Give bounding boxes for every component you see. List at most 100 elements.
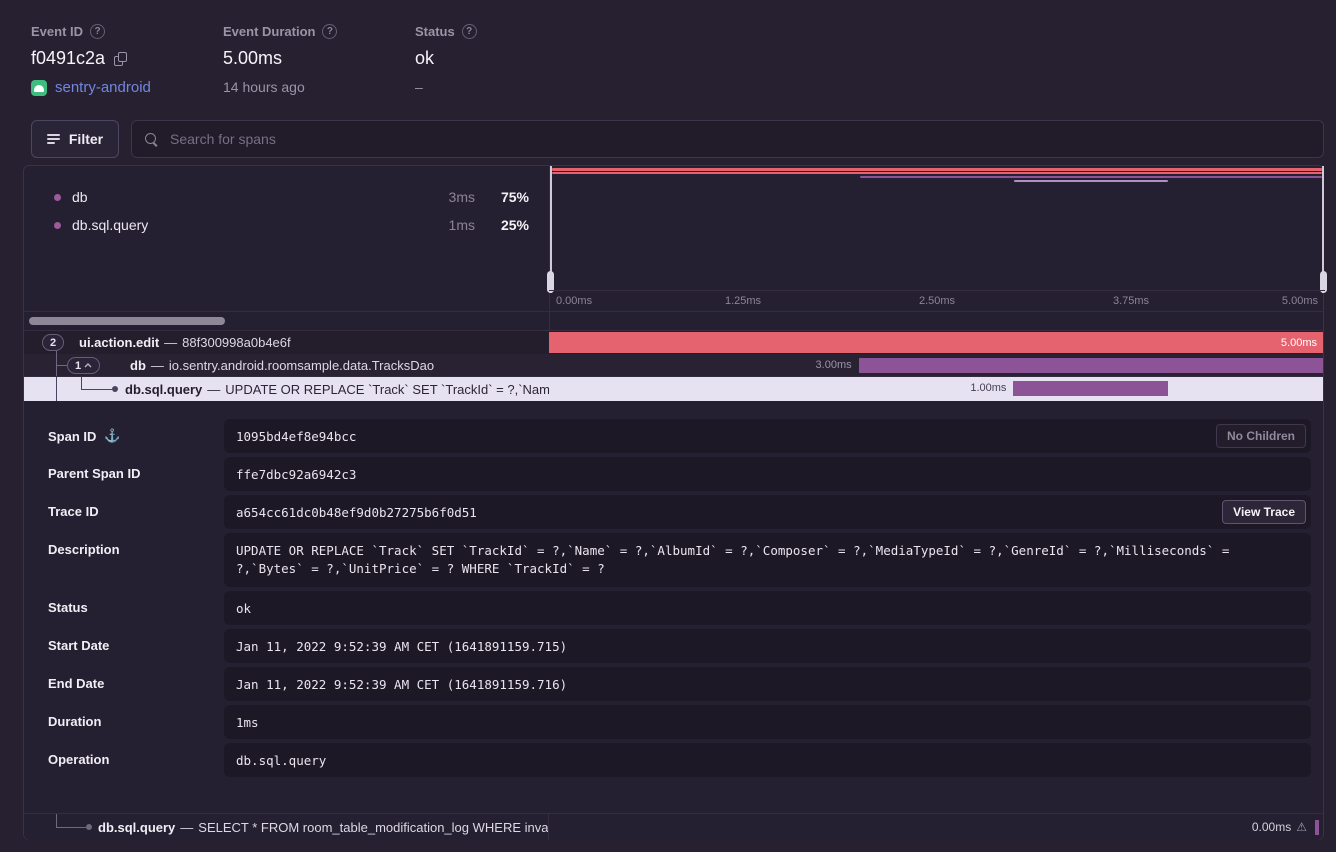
- tree-connector: [81, 377, 82, 389]
- search-input[interactable]: [168, 130, 1310, 148]
- tree-horizontal-scrollbar[interactable]: [29, 317, 225, 325]
- span-op: db.sql.query: [125, 382, 202, 397]
- span-group-count: 2: [50, 337, 56, 349]
- legend-duration: 1ms: [427, 217, 475, 233]
- minimap-span-line: [552, 168, 1322, 171]
- span-row-ui-action-edit[interactable]: 2 ui.action.edit — 88f300998a0b4e6f 5.00ms: [24, 331, 1323, 354]
- span-row-db-sql-query-select[interactable]: db.sql.query — SELECT * FROM room_table_mo…: [24, 813, 1323, 840]
- tree-node-dot: [86, 824, 92, 830]
- detail-label-description: Description: [48, 542, 120, 557]
- span-duration-bar[interactable]: 5.00ms: [549, 332, 1323, 353]
- separator: —: [180, 820, 193, 835]
- status-sub: –: [415, 79, 423, 95]
- detail-value-span-id: 1095bd4ef8e94bcc No Children: [224, 419, 1311, 453]
- event-id-value: f0491c2a: [31, 48, 105, 69]
- span-duration-label: 1.00ms: [970, 382, 1006, 394]
- legend-percent: 75%: [489, 189, 529, 205]
- span-duration-bar[interactable]: [859, 358, 1323, 373]
- trace-minimap[interactable]: [550, 166, 1324, 293]
- span-row-db[interactable]: 1 db—io.sentry.android.roomsample.data.T…: [24, 354, 1323, 377]
- timeline-axis: 0.00ms 1.25ms 2.50ms 3.75ms 5.00ms: [549, 290, 1325, 311]
- span-duration-bar[interactable]: [1013, 381, 1168, 396]
- detail-value-end-date: Jan 11, 2022 9:52:39 AM CET (1641891159.…: [224, 667, 1311, 701]
- detail-value-status: ok: [224, 591, 1311, 625]
- span-row-title: db.sql.query—UPDATE OR REPLACE `Track` S…: [125, 382, 549, 397]
- warning-icon: ⚠: [1296, 820, 1307, 834]
- legend-op-name: db: [72, 189, 427, 205]
- span-row-title: db.sql.query — SELECT * FROM room_table_mo…: [98, 820, 549, 835]
- tree-connector: [56, 365, 67, 366]
- tree-connector: [56, 377, 57, 401]
- status-field: Status ? ok –: [415, 24, 477, 95]
- detail-value-duration: 1ms: [224, 705, 1311, 739]
- legend-percent: 25%: [489, 217, 529, 233]
- detail-label-duration: Duration: [48, 714, 101, 729]
- event-id-field: Event ID ? f0491c2a sentry-android: [31, 24, 151, 96]
- help-icon[interactable]: ?: [462, 24, 477, 39]
- axis-tick: 3.75ms: [1113, 295, 1149, 307]
- span-row-title: ui.action.edit — 88f300998a0b4e6f: [79, 335, 291, 350]
- legend-item-db-sql-query[interactable]: db.sql.query 1ms 25%: [54, 215, 529, 235]
- android-platform-icon: [31, 80, 47, 96]
- detail-label-trace-id: Trace ID: [48, 504, 99, 519]
- legend-item-db[interactable]: db 3ms 75%: [54, 187, 529, 207]
- axis-tick: 0.00ms: [556, 295, 592, 307]
- span-duration-label: 5.00ms: [1281, 337, 1317, 349]
- detail-label-end-date: End Date: [48, 676, 104, 691]
- filter-button-label: Filter: [69, 131, 103, 147]
- span-op: db.sql.query: [98, 820, 175, 835]
- minimap-span-line: [1014, 180, 1168, 183]
- span-description: 88f300998a0b4e6f: [182, 335, 290, 350]
- status-label: Status: [415, 24, 455, 39]
- help-icon[interactable]: ?: [90, 24, 105, 39]
- event-duration-label: Event Duration: [223, 24, 315, 39]
- no-children-button[interactable]: No Children: [1216, 424, 1306, 448]
- span-row-db-sql-query-selected[interactable]: db.sql.query—UPDATE OR REPLACE `Track` S…: [24, 377, 1323, 401]
- tree-scrollbar-track: [24, 311, 1323, 331]
- legend-op-name: db.sql.query: [72, 217, 427, 233]
- detail-label-operation: Operation: [48, 752, 109, 767]
- span-row-title: db—io.sentry.android.roomsample.data.Tra…: [130, 358, 434, 373]
- detail-value-trace-id: a654cc61dc0b48ef9d0b27275b6f0d51 View Tr…: [224, 495, 1311, 529]
- detail-value-parent-span-id: ffe7dbc92a6942c3: [224, 457, 1311, 491]
- filter-icon: [47, 134, 60, 144]
- span-group-pill[interactable]: 1: [67, 357, 100, 374]
- tree-connector: [56, 814, 57, 828]
- tree-node-dot: [112, 386, 118, 392]
- project-link[interactable]: sentry-android: [55, 79, 151, 96]
- span-description: UPDATE OR REPLACE `Track` SET `TrackId` …: [225, 382, 549, 397]
- legend-duration: 3ms: [427, 189, 475, 205]
- help-icon[interactable]: ?: [322, 24, 337, 39]
- span-duration-bar[interactable]: [1315, 820, 1319, 835]
- event-id-label: Event ID: [31, 24, 83, 39]
- separator: —: [164, 335, 177, 350]
- status-value: ok: [415, 48, 434, 69]
- filter-button[interactable]: Filter: [31, 120, 119, 158]
- span-group-pill[interactable]: 2: [42, 334, 64, 351]
- copy-icon[interactable]: [114, 52, 127, 66]
- event-duration-ago: 14 hours ago: [223, 79, 305, 95]
- span-duration-label: 3.00ms: [816, 359, 852, 371]
- detail-value-description: UPDATE OR REPLACE `Track` SET `TrackId` …: [224, 533, 1311, 587]
- detail-value-operation: db.sql.query: [224, 743, 1311, 777]
- span-group-count: 1: [75, 360, 81, 372]
- span-duration-label: 0.00ms ⚠: [1252, 820, 1307, 834]
- minimap-span-line: [552, 172, 1322, 175]
- detail-value-start-date: Jan 11, 2022 9:52:39 AM CET (1641891159.…: [224, 629, 1311, 663]
- axis-tick: 2.50ms: [919, 295, 955, 307]
- detail-label-span-id: Span ID⚓: [48, 428, 121, 444]
- span-search[interactable]: [131, 120, 1324, 158]
- chevron-up-icon: [84, 363, 92, 368]
- span-op: db: [130, 358, 146, 373]
- detail-label-parent-span-id: Parent Span ID: [48, 466, 140, 481]
- legend-dot: [54, 222, 61, 229]
- view-trace-button[interactable]: View Trace: [1222, 500, 1306, 524]
- axis-tick: 5.00ms: [1282, 295, 1318, 307]
- anchor-icon[interactable]: ⚓: [104, 428, 120, 444]
- axis-tick: 1.25ms: [725, 295, 761, 307]
- span-op: ui.action.edit: [79, 335, 159, 350]
- span-description: SELECT * FROM room_table_modification_lo…: [198, 820, 549, 835]
- tree-connector: [56, 827, 86, 828]
- tree-connector: [81, 389, 112, 390]
- span-description: io.sentry.android.roomsample.data.Tracks…: [169, 358, 434, 373]
